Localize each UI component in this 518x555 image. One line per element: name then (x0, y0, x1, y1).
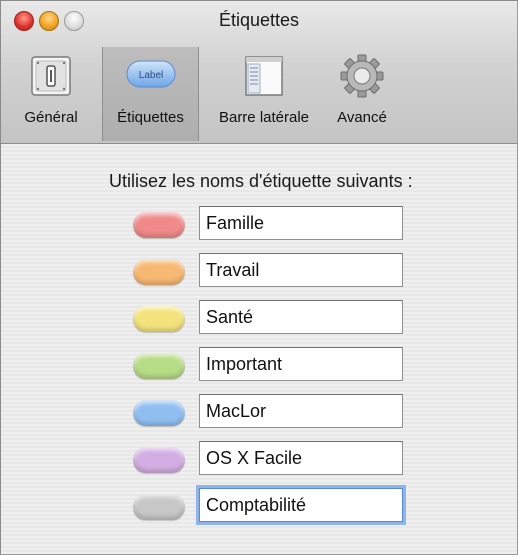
label-name-field[interactable] (199, 441, 403, 475)
labels-instruction: Utilisez les noms d'étiquette suivants : (109, 171, 413, 191)
preferences-window: Étiquettes Général Label Étiquettes Barr… (0, 0, 518, 555)
toolbar-general[interactable]: Général (1, 47, 101, 141)
window-title: Étiquettes (218, 10, 300, 30)
label-color-swatch (133, 494, 185, 520)
label-color-swatch (133, 306, 185, 332)
label-pill-icon: Label (125, 57, 177, 96)
label-color-swatch (133, 212, 185, 238)
label-name-field[interactable] (199, 206, 403, 240)
label-name-field[interactable] (199, 394, 403, 428)
label-name-field[interactable] (199, 300, 403, 334)
general-switch-icon (28, 53, 74, 104)
label-color-swatch (133, 353, 185, 379)
toolbar-area: Étiquettes Général Label Étiquettes Barr… (1, 1, 517, 144)
label-name-field[interactable] (199, 253, 403, 287)
label-color-swatch (133, 447, 185, 473)
toolbar-advanced-label: Avancé (337, 109, 387, 126)
toolbar-labels[interactable]: Label Étiquettes (102, 47, 199, 141)
label-color-swatch (133, 400, 185, 426)
sidebar-window-icon (242, 53, 286, 104)
label-name-field[interactable] (199, 488, 403, 522)
label-name-field[interactable] (199, 347, 403, 381)
toolbar-labels-label: Étiquettes (117, 109, 184, 126)
gear-icon (339, 53, 385, 104)
label-pill-text: Label (138, 70, 162, 81)
title-bar[interactable]: Étiquettes (1, 1, 517, 43)
toolbar-sidebar-label: Barre latérale (218, 109, 310, 126)
toolbar-advanced[interactable]: Avancé (329, 47, 395, 141)
label-color-swatch (133, 259, 185, 285)
toolbar-sidebar[interactable]: Barre latérale (200, 47, 328, 141)
toolbar-general-label: Général (24, 109, 78, 126)
